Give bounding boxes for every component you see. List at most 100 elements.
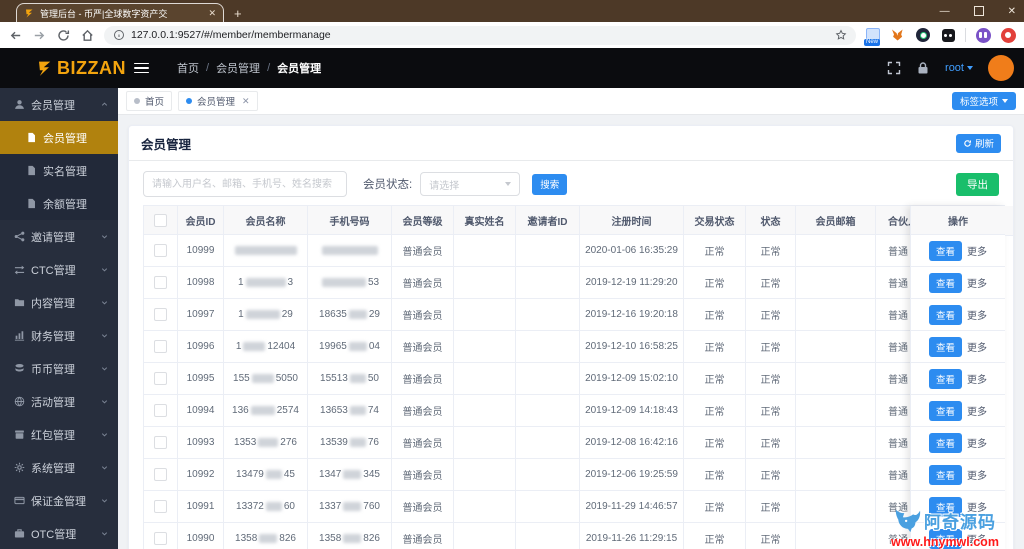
user-dropdown[interactable]: root	[945, 62, 973, 74]
search-input[interactable]	[143, 171, 347, 197]
row-checkbox[interactable]	[154, 532, 167, 545]
tags-bar: 首页 会员管理 ✕ 标签选项	[118, 88, 1024, 115]
window-close-button[interactable]: ✕	[1008, 6, 1016, 17]
view-button[interactable]: 查看	[928, 336, 962, 357]
sidebar-item[interactable]: 邀请管理	[0, 220, 118, 253]
tag-close-icon[interactable]: ✕	[242, 96, 250, 107]
more-link[interactable]: 更多	[967, 339, 987, 354]
maximize-button[interactable]	[973, 6, 984, 16]
sidebar-subitem[interactable]: 会员管理	[0, 121, 118, 154]
redacted-text	[234, 246, 297, 255]
sidebar-item[interactable]: 会员管理	[0, 88, 118, 121]
page-info-icon[interactable]	[113, 29, 125, 41]
sidebar-subitem[interactable]: 实名管理	[0, 154, 118, 187]
view-button[interactable]: 查看	[928, 272, 962, 293]
sidebar-item[interactable]: 财务管理	[0, 319, 118, 352]
metamask-icon[interactable]	[890, 27, 906, 43]
row-checkbox[interactable]	[154, 468, 167, 481]
tab-close-icon[interactable]: ✕	[208, 8, 216, 18]
redacted-text	[348, 342, 367, 351]
email-cell	[796, 235, 876, 267]
sidebar-item[interactable]: 内容管理	[0, 286, 118, 319]
sidebar-subitem[interactable]: 余额管理	[0, 187, 118, 220]
more-link[interactable]: 更多	[967, 403, 987, 418]
home-icon[interactable]	[80, 28, 95, 43]
view-button[interactable]: 查看	[928, 304, 962, 325]
back-icon[interactable]	[8, 28, 23, 43]
refresh-button[interactable]: 刷新	[955, 133, 1001, 153]
table-row: 10998 1 3 53 普通会员 2019-12-19 11:29:20 正常 正常 普通	[144, 267, 1008, 299]
level-cell: 普通会员	[392, 363, 454, 395]
profile-red-icon[interactable]	[1000, 27, 1016, 43]
new-tab-button[interactable]: +	[234, 7, 242, 20]
row-checkbox[interactable]	[154, 372, 167, 385]
url-bar[interactable]: 127.0.0.1:9527/#/member/membermanage	[104, 25, 856, 45]
more-link[interactable]: 更多	[967, 275, 987, 290]
row-checkbox[interactable]	[154, 244, 167, 257]
breadcrumb-home[interactable]: 首页	[177, 60, 199, 76]
sidebar-item[interactable]: 红包管理	[0, 418, 118, 451]
view-button[interactable]: 查看	[928, 496, 962, 517]
extension-dark-icon[interactable]	[940, 27, 956, 43]
bookmark-star-icon[interactable]	[835, 29, 847, 41]
reg-time-cell: 2019-12-10 16:58:25	[580, 331, 684, 363]
more-link[interactable]: 更多	[967, 371, 987, 386]
view-button[interactable]: 查看	[928, 240, 962, 261]
select-cell	[144, 491, 178, 523]
status-select[interactable]: 请选择	[420, 172, 521, 196]
email-cell	[796, 491, 876, 523]
more-link[interactable]: 更多	[967, 307, 987, 322]
row-checkbox[interactable]	[154, 308, 167, 321]
tag-options-button[interactable]: 标签选项	[951, 92, 1016, 110]
sidebar-item[interactable]: 系统管理	[0, 451, 118, 484]
row-checkbox[interactable]	[154, 404, 167, 417]
select-cell	[144, 235, 178, 267]
view-button[interactable]: 查看	[928, 464, 962, 485]
minimize-button[interactable]: —	[940, 6, 950, 17]
row-checkbox[interactable]	[154, 500, 167, 513]
fullscreen-icon[interactable]	[887, 61, 901, 75]
sidebar-item[interactable]: 保证金管理	[0, 484, 118, 517]
tag-item[interactable]: 会员管理 ✕	[178, 91, 258, 111]
sidebar-item[interactable]: 币币管理	[0, 352, 118, 385]
select-all-checkbox[interactable]	[154, 213, 167, 227]
sidebar-item[interactable]: 活动管理	[0, 385, 118, 418]
extension-new-icon[interactable]: New	[864, 27, 881, 46]
more-link[interactable]: 更多	[967, 531, 987, 546]
sidebar-item[interactable]: OTC管理	[0, 517, 118, 549]
file-icon	[26, 198, 37, 209]
view-button[interactable]: 查看	[928, 368, 962, 389]
avatar[interactable]	[988, 55, 1014, 81]
search-button[interactable]: 搜索	[532, 173, 568, 195]
redacted-text	[245, 278, 286, 287]
more-link[interactable]: 更多	[967, 499, 987, 514]
bizzan-favicon-icon	[24, 8, 35, 19]
inviter-id-cell	[516, 395, 580, 427]
lock-icon[interactable]	[916, 61, 930, 75]
more-link[interactable]: 更多	[967, 435, 987, 450]
extension-circle-icon[interactable]	[915, 27, 931, 43]
inviter-id-cell	[516, 427, 580, 459]
member-id-cell: 10992	[178, 459, 224, 491]
profile-purple-icon[interactable]	[975, 27, 991, 43]
more-link[interactable]: 更多	[967, 243, 987, 258]
tag-item[interactable]: 首页	[126, 91, 173, 111]
breadcrumb-member[interactable]: 会员管理	[216, 60, 260, 76]
more-link[interactable]: 更多	[967, 467, 987, 482]
op-cell: 查看 更多	[911, 299, 1005, 331]
view-button[interactable]: 查看	[928, 528, 962, 549]
browser-tab[interactable]: 管理后台 - 币严|全球数字资产交 ✕	[16, 3, 224, 22]
view-button[interactable]: 查看	[928, 432, 962, 453]
redacted-text	[349, 406, 366, 415]
file-icon	[26, 132, 37, 143]
export-button[interactable]: 导出	[956, 172, 999, 196]
forward-icon[interactable]	[32, 28, 47, 43]
row-checkbox[interactable]	[154, 436, 167, 449]
view-button[interactable]: 查看	[928, 400, 962, 421]
sidebar-item[interactable]: CTC管理	[0, 253, 118, 286]
row-checkbox[interactable]	[154, 276, 167, 289]
sidebar-item-label: 红包管理	[31, 429, 75, 442]
row-checkbox[interactable]	[154, 340, 167, 353]
menu-toggle-icon[interactable]	[134, 62, 149, 74]
reload-icon[interactable]	[56, 28, 71, 43]
